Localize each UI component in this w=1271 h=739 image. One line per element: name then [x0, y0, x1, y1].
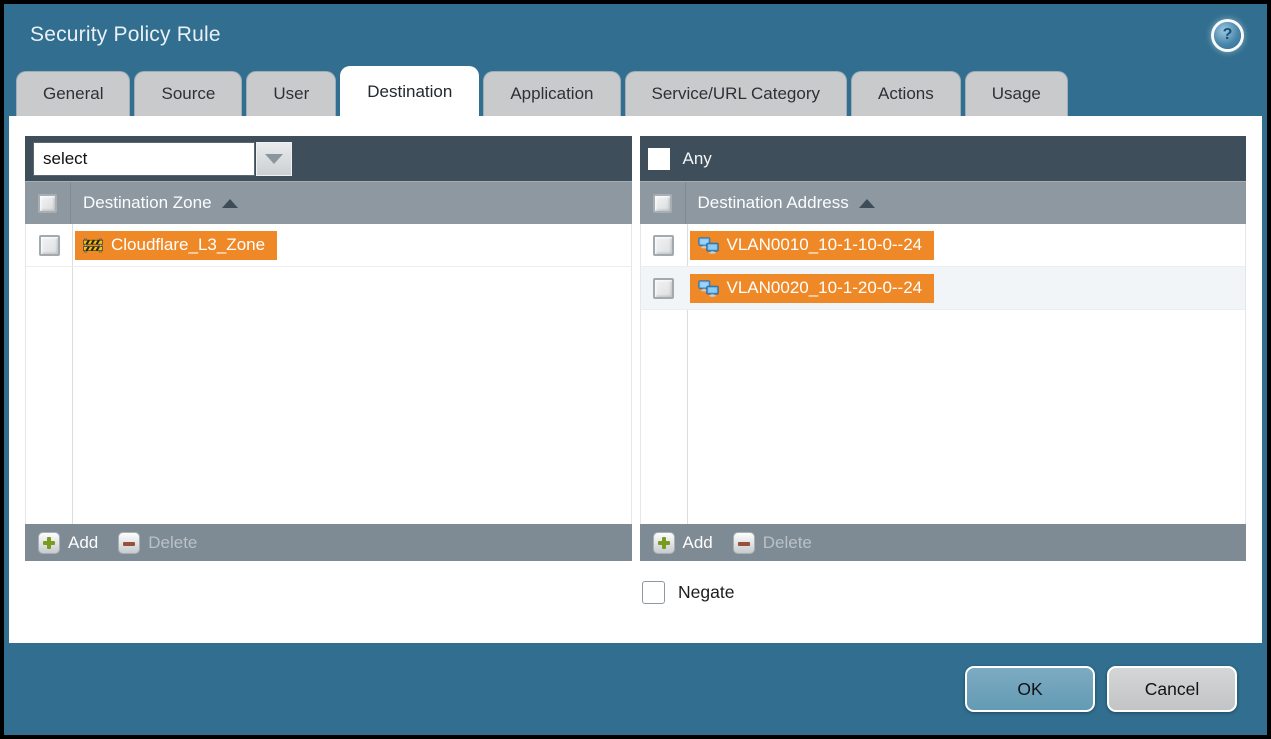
cancel-button[interactable]: Cancel [1107, 666, 1237, 712]
negate-checkbox[interactable] [642, 581, 665, 604]
delete-label: Delete [148, 533, 197, 553]
minus-icon [733, 532, 755, 554]
chevron-down-icon [265, 154, 283, 164]
address-column-header[interactable]: Destination Address [698, 193, 875, 213]
dialog-frame: Security Policy Rule ? General Source Us… [4, 4, 1267, 735]
table-row: VLAN0010_10-1-10-0--24 [641, 224, 1246, 267]
address-table-body: VLAN0010_10-1-10-0--24 [640, 224, 1247, 524]
zone-column-header[interactable]: Destination Zone [83, 193, 238, 213]
zone-add-button[interactable]: Add [38, 532, 98, 554]
zone-filter-dropdown-button[interactable] [256, 142, 292, 176]
tab-general[interactable]: General [16, 71, 130, 116]
address-badge[interactable]: VLAN0010_10-1-10-0--24 [690, 231, 935, 260]
tab-user[interactable]: User [246, 71, 336, 116]
zone-column-label: Destination Zone [83, 193, 212, 213]
zone-badge[interactable]: Cloudflare_L3_Zone [75, 231, 277, 260]
row-checkbox-cell [641, 278, 687, 299]
sort-ascending-icon [859, 199, 875, 208]
zone-table-header: Destination Zone [25, 181, 632, 224]
address-group-icon [698, 237, 719, 254]
negate-row: Negate [642, 581, 1246, 604]
destination-tab-panel: Destination Zone [9, 116, 1262, 643]
plus-icon [653, 532, 675, 554]
address-table-header: Destination Address [640, 181, 1247, 224]
address-panel-footer: Add Delete [640, 524, 1247, 561]
address-badge[interactable]: VLAN0020_10-1-20-0--24 [690, 274, 935, 303]
negate-label: Negate [678, 582, 734, 603]
tab-bar: General Source User Destination Applicat… [4, 66, 1267, 116]
any-label: Any [683, 149, 712, 169]
address-header-checkbox-cell [640, 182, 686, 224]
tab-label: User [273, 84, 309, 104]
tab-label: Service/URL Category [652, 84, 821, 104]
zone-delete-button[interactable]: Delete [118, 532, 197, 554]
tab-label: Application [510, 84, 593, 104]
security-policy-rule-dialog: Security Policy Rule ? General Source Us… [0, 0, 1271, 739]
tab-usage[interactable]: Usage [965, 71, 1068, 116]
minus-icon [118, 532, 140, 554]
tab-label: Destination [367, 82, 452, 102]
zone-panel-footer: Add Delete [25, 524, 632, 561]
row-checkbox[interactable] [39, 235, 60, 256]
dialog-footer: OK Cancel [4, 643, 1267, 735]
tab-actions[interactable]: Actions [851, 71, 961, 116]
address-delete-button[interactable]: Delete [733, 532, 812, 554]
address-panel-topbar: Any [640, 136, 1247, 181]
zone-icon [83, 238, 103, 253]
zone-name: Cloudflare_L3_Zone [111, 235, 265, 255]
tab-label: Usage [992, 84, 1041, 104]
row-checkbox[interactable] [653, 235, 674, 256]
zone-table-body: Cloudflare_L3_Zone [25, 224, 632, 524]
address-name: VLAN0020_10-1-20-0--24 [727, 278, 923, 298]
destination-zone-panel: Destination Zone [25, 136, 632, 561]
table-row: VLAN0020_10-1-20-0--24 [641, 267, 1246, 310]
tab-label: Actions [878, 84, 934, 104]
help-glyph: ? [1223, 26, 1233, 44]
content-wrap: Destination Zone [4, 116, 1267, 643]
address-column-label: Destination Address [698, 193, 849, 213]
delete-label: Delete [763, 533, 812, 553]
zone-filter-combobox [33, 142, 292, 176]
zone-select-all-checkbox[interactable] [38, 194, 57, 213]
panels: Destination Zone [25, 136, 1246, 561]
zone-panel-topbar [25, 136, 632, 181]
help-icon[interactable]: ? [1214, 22, 1241, 49]
destination-address-panel: Any Destination Address [640, 136, 1247, 561]
add-label: Add [683, 533, 713, 553]
sort-ascending-icon [222, 199, 238, 208]
tab-source[interactable]: Source [134, 71, 242, 116]
address-group-icon [698, 280, 719, 297]
address-add-button[interactable]: Add [653, 532, 713, 554]
any-checkbox[interactable] [648, 148, 670, 170]
tab-destination[interactable]: Destination [340, 66, 479, 116]
tab-application[interactable]: Application [483, 71, 620, 116]
tab-label: General [43, 84, 103, 104]
add-label: Add [68, 533, 98, 553]
dialog-title: Security Policy Rule [30, 23, 221, 47]
zone-filter-input[interactable] [33, 142, 255, 176]
titlebar: Security Policy Rule ? [4, 4, 1267, 66]
row-checkbox-cell [26, 235, 72, 256]
ok-button[interactable]: OK [965, 666, 1095, 712]
table-row: Cloudflare_L3_Zone [26, 224, 631, 267]
tab-service-url-category[interactable]: Service/URL Category [625, 71, 848, 116]
row-checkbox[interactable] [653, 278, 674, 299]
zone-header-checkbox-cell [25, 182, 71, 224]
any-row: Any [648, 148, 712, 170]
plus-icon [38, 532, 60, 554]
row-checkbox-cell [641, 235, 687, 256]
column-divider [72, 224, 73, 524]
address-select-all-checkbox[interactable] [653, 194, 672, 213]
address-name: VLAN0010_10-1-10-0--24 [727, 235, 923, 255]
tab-label: Source [161, 84, 215, 104]
